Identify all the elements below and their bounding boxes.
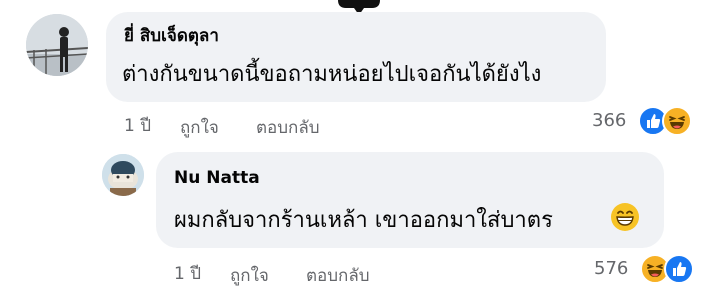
reaction-count[interactable]: 366 <box>592 110 626 131</box>
comment-author[interactable]: Nu Natta <box>174 168 260 188</box>
like-button[interactable]: ถูกใจ <box>230 262 269 289</box>
comment-author[interactable]: ยี่ สิบเจ็ดตุลา <box>124 22 219 49</box>
like-button[interactable]: ถูกใจ <box>180 114 219 141</box>
like-reaction-icon[interactable] <box>664 254 694 284</box>
reply-button[interactable]: ตอบกลับ <box>256 114 320 141</box>
comment-text: ต่างกันขนาดนี้ขอถามหน่อยไปเจอกันได้ยังไง <box>122 62 542 87</box>
comment-item: ยี่ สิบเจ็ดตุลา ต่างกันขนาดนี้ขอถามหน่อย… <box>0 0 720 145</box>
reply-comment-item: Nu Natta ผมกลับจากร้านเหล้า เขาออกมาใส่บ… <box>0 140 720 287</box>
haha-reaction-icon[interactable] <box>662 106 692 136</box>
comment-text: ผมกลับจากร้านเหล้า เขาออกมาใส่บาตร <box>174 208 553 233</box>
comment-timestamp[interactable]: 1 ปี <box>124 112 151 139</box>
comment-timestamp[interactable]: 1 ปี <box>174 260 201 287</box>
reaction-count[interactable]: 576 <box>594 258 628 279</box>
avatar[interactable] <box>102 154 144 196</box>
grinning-face-icon <box>610 202 640 232</box>
avatar-photo <box>26 14 88 76</box>
avatar-photo <box>102 154 144 196</box>
reply-button[interactable]: ตอบกลับ <box>306 262 370 289</box>
avatar[interactable] <box>26 14 88 76</box>
